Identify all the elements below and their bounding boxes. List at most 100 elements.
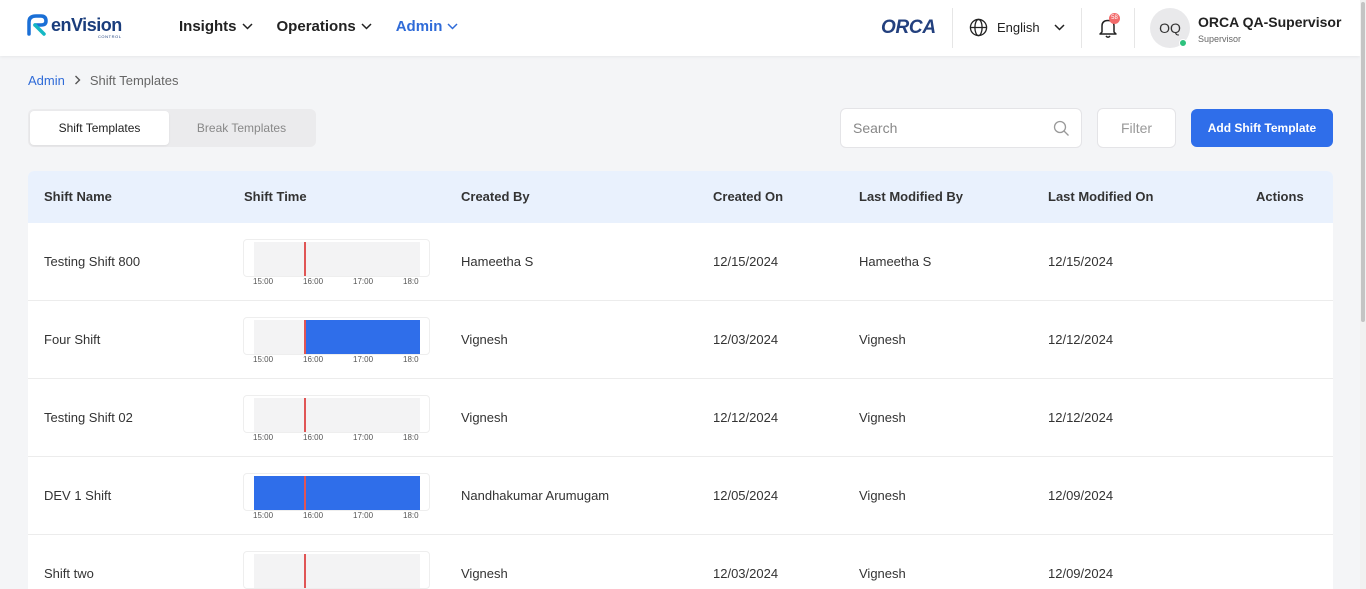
cell-last-modified-by: Vignesh bbox=[859, 410, 906, 425]
chevron-down-icon bbox=[361, 23, 372, 30]
shift-timeline: 15:00 16:00 17:00 18:0 bbox=[243, 239, 430, 286]
online-status-dot bbox=[1179, 39, 1187, 47]
cell-shift-name: Testing Shift 800 bbox=[44, 254, 141, 269]
timeline-ticks: 15:00 16:00 17:00 18:0 bbox=[253, 355, 453, 365]
column-header-shift-time: Shift Time bbox=[244, 189, 307, 204]
cell-shift-name: Shift two bbox=[44, 566, 94, 581]
cell-created-on: 12/15/2024 bbox=[713, 254, 779, 269]
shift-time-bar bbox=[304, 320, 420, 354]
cell-created-by: Nandhakumar Arumugam bbox=[461, 488, 610, 503]
cell-created-by: Vignesh bbox=[461, 332, 508, 347]
column-header-last-modified-on: Last Modified On bbox=[1048, 189, 1154, 204]
timeline-tick-label: 17:00 bbox=[353, 511, 374, 520]
timeline-ticks: 15:00 16:00 17:00 18:0 bbox=[253, 511, 453, 521]
envision-logo[interactable]: enVision CONTROL bbox=[26, 14, 122, 39]
cell-last-modified-on: 12/09/2024 bbox=[1048, 566, 1114, 581]
chevron-down-icon bbox=[241, 23, 253, 30]
timeline-track bbox=[254, 398, 420, 432]
breadcrumb-current: Shift Templates bbox=[89, 73, 179, 88]
column-header-created-on: Created On bbox=[713, 189, 784, 204]
language-label: English bbox=[997, 20, 1040, 35]
cell-last-modified-by: Vignesh bbox=[859, 332, 906, 347]
table-row[interactable]: Testing Shift 800 Hameetha S 12/15/2024 Ham… bbox=[28, 223, 1333, 301]
cell-created-on: 12/03/2024 bbox=[713, 332, 779, 347]
template-tabs: Shift Templates Break Templates bbox=[28, 109, 316, 147]
timeline-tick-label: 18:0 bbox=[403, 355, 419, 364]
current-time-marker bbox=[304, 320, 306, 354]
column-header-shift-name: Shift Name bbox=[44, 189, 112, 204]
nav-operations[interactable]: Operations bbox=[277, 18, 372, 35]
current-time-marker bbox=[304, 242, 306, 276]
timeline-tick-label: 16:00 bbox=[303, 355, 324, 364]
cell-created-by: Hameetha S bbox=[461, 254, 534, 269]
search-icon[interactable] bbox=[1053, 120, 1070, 137]
timeline-ticks: 15:00 16:00 17:00 18:0 bbox=[253, 277, 453, 287]
timeline-tick-label: 17:00 bbox=[353, 355, 374, 364]
cell-shift-name: Testing Shift 02 bbox=[44, 410, 133, 425]
cell-last-modified-on: 12/15/2024 bbox=[1048, 254, 1114, 269]
shift-timeline: 15:00 16:00 17:00 18:0 bbox=[243, 395, 430, 442]
current-time-marker bbox=[304, 554, 306, 588]
tab-break-templates[interactable]: Break Templates bbox=[169, 111, 314, 145]
timeline-tick-label: 18:0 bbox=[403, 433, 419, 442]
cell-created-by: Vignesh bbox=[461, 566, 508, 581]
cell-shift-name: DEV 1 Shift bbox=[44, 488, 112, 503]
user-name[interactable]: ORCA QA-Supervisor bbox=[1198, 14, 1341, 30]
add-shift-template-button[interactable]: Add Shift Template bbox=[1191, 109, 1333, 147]
timeline-tick-label: 16:00 bbox=[303, 277, 324, 286]
table-row[interactable]: Shift two Vignesh 12/03/2024 Vignesh 12/09/2… bbox=[28, 535, 1333, 589]
cell-created-on: 12/03/2024 bbox=[713, 566, 779, 581]
timeline-track bbox=[254, 554, 420, 588]
logo-tagline: CONTROL bbox=[97, 34, 122, 39]
cell-last-modified-on: 12/09/2024 bbox=[1048, 488, 1114, 503]
timeline-tick-label: 15:00 bbox=[253, 511, 274, 520]
nav-admin[interactable]: Admin bbox=[396, 18, 459, 35]
tab-shift-templates[interactable]: Shift Templates bbox=[30, 111, 169, 145]
nav-insights[interactable]: Insights bbox=[179, 18, 253, 35]
cell-last-modified-on: 12/12/2024 bbox=[1048, 332, 1114, 347]
envision-logo-mark bbox=[26, 14, 48, 36]
timeline-tick-label: 17:00 bbox=[353, 277, 374, 286]
timeline-tick-label: 17:00 bbox=[353, 433, 374, 442]
filter-button[interactable]: Filter bbox=[1097, 108, 1176, 148]
timeline-tick-label: 16:00 bbox=[303, 511, 324, 520]
notification-count-badge: 58 bbox=[1109, 13, 1120, 24]
breadcrumb-admin-link[interactable]: Admin bbox=[28, 73, 65, 88]
timeline-frame bbox=[243, 395, 430, 433]
nav-insights-label: Insights bbox=[179, 18, 237, 35]
table-row[interactable]: Four Shift Vignesh 12/03/2024 Vignesh 12/12/… bbox=[28, 301, 1333, 379]
main-nav: Insights Operations Admin bbox=[179, 18, 482, 35]
divider bbox=[1081, 8, 1082, 48]
chevron-down-icon bbox=[447, 23, 458, 30]
column-header-last-modified-by: Last Modified By bbox=[859, 189, 964, 204]
divider bbox=[952, 8, 953, 48]
timeline-tick-label: 16:00 bbox=[303, 433, 324, 442]
top-navigation-bar: enVision CONTROL Insights Operations Adm… bbox=[0, 0, 1360, 56]
chevron-down-icon bbox=[1054, 24, 1065, 31]
search-input[interactable] bbox=[841, 109, 1041, 147]
timeline-track bbox=[254, 320, 420, 354]
timeline-track bbox=[254, 476, 420, 510]
nav-admin-label: Admin bbox=[395, 18, 443, 35]
cell-shift-name: Four Shift bbox=[44, 332, 101, 347]
timeline-ticks: 15:00 16:00 17:00 18:0 bbox=[253, 433, 453, 443]
orca-logo: ORCA bbox=[881, 17, 936, 38]
table-row[interactable]: Testing Shift 02 Vignesh 12/12/2024 Vignesh… bbox=[28, 379, 1333, 457]
logo-text: enVision CONTROL bbox=[51, 16, 122, 39]
notifications-button[interactable]: 58 bbox=[1098, 13, 1120, 39]
breadcrumb: Admin Shift Templates bbox=[28, 73, 179, 88]
timeline-frame bbox=[243, 317, 430, 355]
table-header: Shift Name Shift Time Created By Created… bbox=[28, 171, 1333, 223]
nav-operations-label: Operations bbox=[276, 18, 356, 35]
scrollbar-thumb[interactable] bbox=[1361, 2, 1365, 322]
shift-time-bar bbox=[254, 476, 420, 510]
cell-last-modified-on: 12/12/2024 bbox=[1048, 410, 1114, 425]
chevron-right-icon bbox=[74, 73, 81, 88]
table-row[interactable]: DEV 1 Shift Nandhakumar Arumugam 12/05/202… bbox=[28, 457, 1333, 535]
page-scrollbar[interactable] bbox=[1360, 0, 1366, 589]
language-selector[interactable]: English bbox=[969, 18, 1065, 37]
timeline-tick-label: 18:0 bbox=[403, 277, 419, 286]
current-time-marker bbox=[304, 398, 306, 432]
shift-timeline: 15:00 16:00 17:00 18:0 bbox=[243, 317, 430, 364]
shift-templates-table: Shift Name Shift Time Created By Created… bbox=[28, 171, 1333, 589]
